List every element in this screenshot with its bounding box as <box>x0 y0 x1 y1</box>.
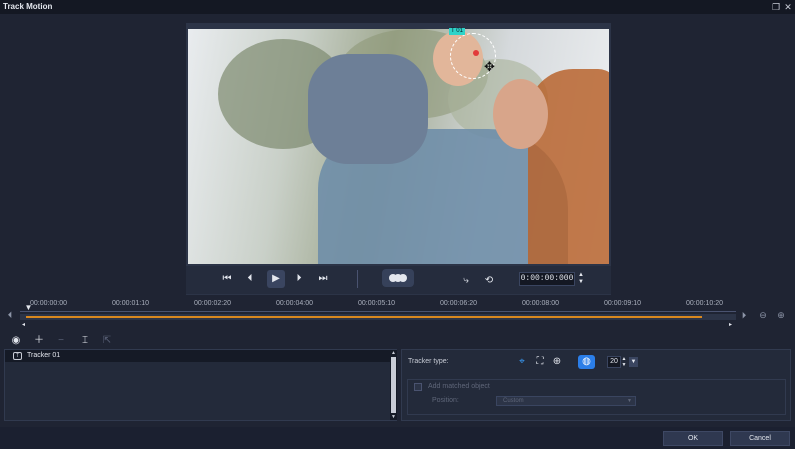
play-icon[interactable]: ▶ <box>267 270 285 288</box>
video-preview[interactable] <box>188 29 609 264</box>
move-cursor-icon: ✥ <box>484 59 495 74</box>
rename-tracker-icon[interactable]: ⌶ <box>79 335 91 347</box>
position-select-value: Custom <box>503 398 524 404</box>
zoom-out-icon[interactable]: ⊖ <box>757 309 769 321</box>
export-tracker-icon[interactable]: ⇱ <box>101 335 113 347</box>
transport-separator <box>357 270 358 288</box>
zoom-in-icon[interactable]: ⊕ <box>775 309 787 321</box>
timecode-field[interactable]: 0:00:00:000 <box>519 272 575 286</box>
cancel-button[interactable]: Cancel <box>730 431 790 446</box>
scroll-up-icon[interactable]: ▲ <box>390 350 397 356</box>
playhead-marker[interactable]: ▼ <box>24 303 33 312</box>
add-tracker-icon[interactable]: ＋ <box>33 335 45 347</box>
timeline-tick-label: 00:00:01:10 <box>112 300 149 307</box>
timeline-tick-label: 00:00:08:00 <box>522 300 559 307</box>
scrollbar-thumb[interactable] <box>391 357 396 413</box>
tracker-tag: T 01 <box>449 28 465 35</box>
tracker-point[interactable] <box>473 50 479 56</box>
window-title: Track Motion <box>3 2 53 11</box>
scroll-down-icon[interactable]: ▼ <box>390 414 397 420</box>
mark-in-icon[interactable]: ◂ <box>22 322 28 328</box>
previous-frame-icon[interactable]: ⏴ <box>243 272 257 286</box>
add-matched-object-checkbox[interactable] <box>414 383 422 391</box>
go-to-end-icon[interactable]: ⏭ <box>316 272 330 286</box>
timeline-progress <box>26 316 702 318</box>
tracker-item-icon: T <box>13 352 22 360</box>
remove-tracker-icon[interactable]: − <box>55 335 67 347</box>
timecode-stepper[interactable]: ▲ ▼ <box>577 272 585 286</box>
next-frame-icon[interactable]: ⏵ <box>292 272 306 286</box>
track-forward-icon[interactable]: ⤷ <box>459 274 473 288</box>
chevron-down-icon: ▼ <box>627 398 632 404</box>
tracker-item-name: Tracker 01 <box>27 352 61 359</box>
ruler-baseline <box>20 311 736 312</box>
track-area-icon[interactable]: ⛶ <box>533 355 547 369</box>
add-matched-object-label: Add matched object <box>428 383 490 390</box>
timeline-tick-label: 00:00:02:20 <box>194 300 231 307</box>
tracker-list-item[interactable]: T Tracker 01 <box>5 350 390 362</box>
timeline-tick-label: 00:00:00:00 <box>30 300 67 307</box>
timeline-left-icon[interactable]: ⏴ <box>4 309 16 321</box>
timeline-tick-label: 00:00:09:10 <box>604 300 641 307</box>
track-point-icon[interactable]: ⌖ <box>515 355 529 369</box>
timeline-tick-label: 00:00:10:20 <box>686 300 723 307</box>
position-label: Position: <box>432 397 459 404</box>
track-circle-icon[interactable]: ⊕ <box>550 355 564 369</box>
go-to-start-icon[interactable]: ⏮ <box>220 272 234 286</box>
close-icon[interactable]: ✕ <box>782 1 794 13</box>
position-select[interactable]: Custom ▼ <box>496 396 636 406</box>
tracker-mode-icon[interactable]: ◉ <box>10 335 22 347</box>
track-motion-button[interactable] <box>382 269 414 287</box>
ok-button[interactable]: OK <box>663 431 723 446</box>
tracker-size-dropdown[interactable]: ▼ <box>629 357 638 367</box>
timeline-tick-label: 00:00:05:10 <box>358 300 395 307</box>
timeline-tick-label: 00:00:06:20 <box>440 300 477 307</box>
tracker-size-field[interactable]: 20 <box>607 356 621 368</box>
timeline-right-icon[interactable]: ⏵ <box>738 309 750 321</box>
reset-history-icon[interactable]: ⟲ <box>482 274 496 288</box>
title-bar: Track Motion ❐ ✕ <box>0 0 795 14</box>
mark-out-icon[interactable]: ▸ <box>729 322 735 328</box>
auto-tracker-icon[interactable]: ◍ <box>578 355 595 369</box>
tracker-size-stepper[interactable]: ▲ ▼ <box>621 356 627 368</box>
tracker-type-label: Tracker type: <box>408 358 449 365</box>
timeline-tick-label: 00:00:04:00 <box>276 300 313 307</box>
restore-window-icon[interactable]: ❐ <box>770 1 782 13</box>
